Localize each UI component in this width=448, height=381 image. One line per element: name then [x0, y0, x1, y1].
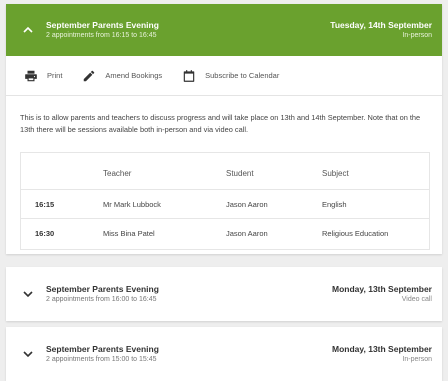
- appointment-student: Jason Aaron: [226, 200, 268, 209]
- chevron-down-icon: [23, 351, 33, 358]
- event-toolbar: Print Amend Bookings Subscribe to Calend…: [6, 56, 442, 96]
- appointment-time: 16:30: [35, 229, 55, 238]
- appointment-subject: English: [322, 200, 347, 209]
- event-mode: In-person: [402, 356, 432, 363]
- print-button[interactable]: Print: [24, 69, 62, 83]
- event-subtitle: 2 appointments from 16:15 to 16:45: [46, 32, 157, 39]
- event-mode: Video call: [401, 296, 432, 303]
- event-header-toggle[interactable]: September Parents Evening 2 appointments…: [6, 4, 442, 56]
- table-row: 16:30 Miss Bina Patel Jason Aaron Religi…: [21, 218, 429, 250]
- appointment-teacher: Miss Bina Patel: [103, 229, 155, 238]
- header-teacher: Teacher: [103, 169, 132, 178]
- event-card-collapsed: September Parents Evening 2 appointments…: [6, 327, 442, 381]
- event-subtitle: 2 appointments from 16:00 to 16:45: [46, 296, 157, 303]
- event-header-toggle[interactable]: September Parents Evening 2 appointments…: [6, 267, 442, 321]
- event-mode: In-person: [402, 32, 432, 39]
- event-title: September Parents Evening: [46, 344, 159, 354]
- event-header-toggle[interactable]: September Parents Evening 2 appointments…: [6, 327, 442, 381]
- chevron-up-icon: [23, 26, 33, 33]
- pencil-icon: [84, 70, 95, 81]
- event-summary: September Parents Evening 2 appointments…: [46, 344, 332, 364]
- event-summary: September Parents Evening 2 appointments…: [46, 284, 332, 304]
- chevron-down-icon: [23, 291, 33, 298]
- event-date: Monday, 13th September: [332, 284, 432, 294]
- appointment-student: Jason Aaron: [226, 229, 268, 238]
- header-student: Student: [226, 169, 254, 178]
- event-date-block: Monday, 13th September In-person: [332, 344, 432, 364]
- event-summary: September Parents Evening 2 appointments…: [46, 20, 330, 40]
- printer-icon: [25, 70, 37, 81]
- event-card-collapsed: September Parents Evening 2 appointments…: [6, 267, 442, 321]
- calendar-icon: [183, 69, 195, 82]
- event-date-block: Tuesday, 14th September In-person: [330, 20, 432, 40]
- amend-bookings-button[interactable]: Amend Bookings: [82, 69, 162, 83]
- header-subject: Subject: [322, 169, 349, 178]
- appointment-time: 16:15: [35, 200, 55, 209]
- event-description: This is to allow parents and teachers to…: [20, 113, 421, 134]
- event-title: September Parents Evening: [46, 20, 159, 30]
- appointment-teacher: Mr Mark Lubbock: [103, 200, 161, 209]
- event-date-block: Monday, 13th September Video call: [332, 284, 432, 304]
- appointments-table: Teacher Student Subject 16:15 Mr Mark Lu…: [20, 152, 430, 250]
- event-date: Monday, 13th September: [332, 344, 432, 354]
- amend-bookings-label: Amend Bookings: [105, 71, 163, 80]
- subscribe-calendar-button[interactable]: Subscribe to Calendar: [182, 69, 279, 83]
- table-header-row: Teacher Student Subject: [21, 153, 429, 189]
- subscribe-calendar-label: Subscribe to Calendar: [205, 71, 280, 80]
- event-card-expanded: September Parents Evening 2 appointments…: [6, 4, 442, 254]
- event-title: September Parents Evening: [46, 284, 159, 294]
- table-row: 16:15 Mr Mark Lubbock Jason Aaron Englis…: [21, 189, 429, 219]
- event-subtitle: 2 appointments from 15:00 to 15:45: [46, 356, 157, 363]
- print-label: Print: [47, 71, 63, 80]
- appointment-subject: Religious Education: [322, 229, 389, 238]
- event-date: Tuesday, 14th September: [330, 20, 432, 30]
